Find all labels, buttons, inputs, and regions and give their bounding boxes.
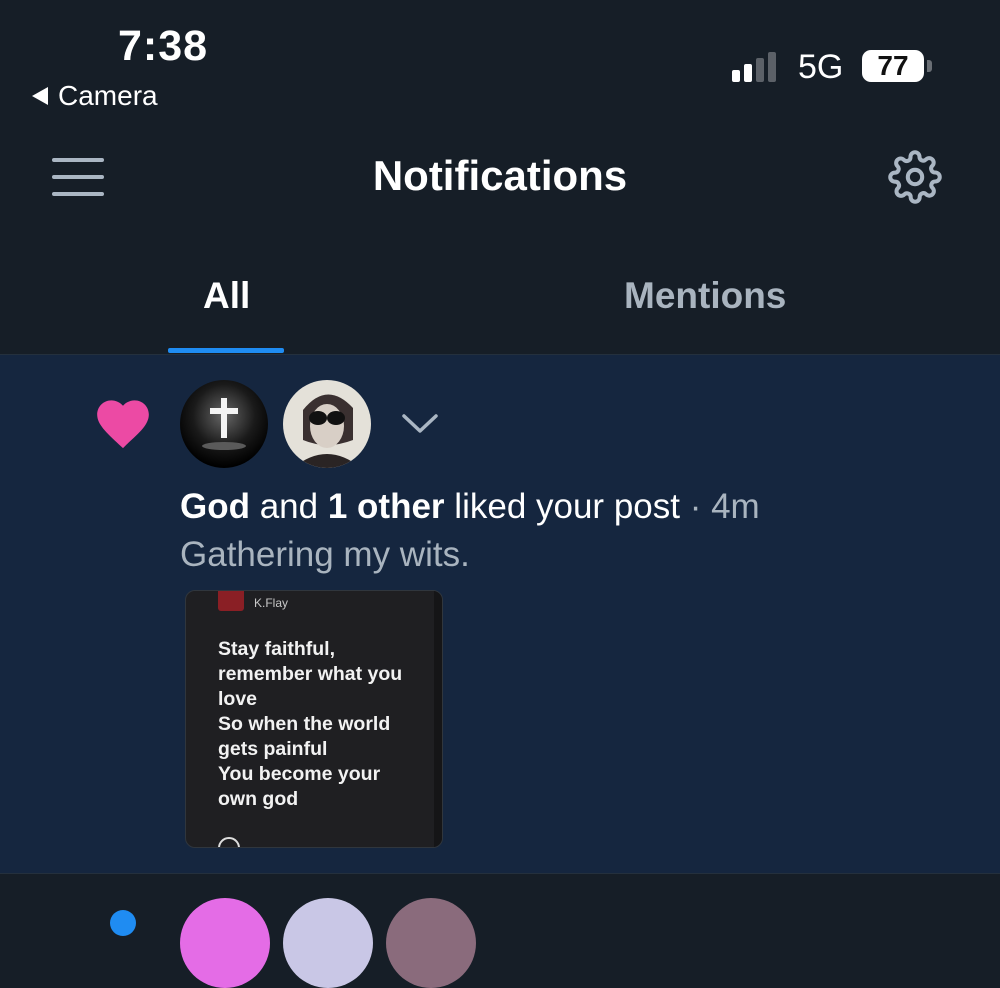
back-arrow-icon	[32, 87, 48, 105]
gear-icon[interactable]	[888, 150, 942, 204]
notification-time: · 4m	[689, 487, 760, 526]
actor-name[interactable]: God	[180, 487, 250, 526]
spotify-icon	[218, 837, 240, 847]
cross-image	[202, 398, 246, 450]
others-count[interactable]: 1 other	[328, 487, 445, 526]
active-tab-indicator	[168, 348, 284, 353]
chevron-down-icon[interactable]	[400, 408, 440, 438]
album-art	[218, 591, 244, 611]
tab-all[interactable]: All	[203, 275, 250, 317]
avatar[interactable]	[283, 380, 371, 468]
song-lyrics: Stay faithful, remember what you love So…	[218, 638, 403, 810]
post-image-thumbnail[interactable]: K.Flay Stay faithful, remember what you …	[185, 590, 443, 848]
battery-level: 77	[862, 50, 924, 82]
avatar[interactable]	[180, 380, 268, 468]
notification-text: God and 1 other liked your post · 4m	[180, 487, 760, 527]
page-title: Notifications	[372, 152, 628, 199]
avatar[interactable]	[180, 898, 270, 988]
song-artist: K.Flay	[254, 596, 289, 610]
action-text: liked your post	[454, 487, 680, 526]
heart-icon	[97, 400, 149, 449]
back-label: Camera	[58, 80, 158, 111]
unread-indicator	[110, 910, 136, 936]
signal-strength-icon	[732, 52, 776, 82]
status-time: 7:38	[118, 22, 209, 70]
profile-photo	[293, 394, 361, 468]
tab-mentions[interactable]: Mentions	[624, 275, 786, 317]
battery-cap-icon	[927, 60, 932, 72]
back-to-camera-link[interactable]: Camera	[32, 80, 158, 112]
thumbnail-edge	[434, 591, 442, 847]
post-text: Gathering my wits.	[180, 535, 470, 574]
connector-text: and	[259, 487, 319, 526]
network-type: 5G	[798, 48, 844, 86]
avatar[interactable]	[283, 898, 373, 988]
avatar[interactable]	[386, 898, 476, 988]
